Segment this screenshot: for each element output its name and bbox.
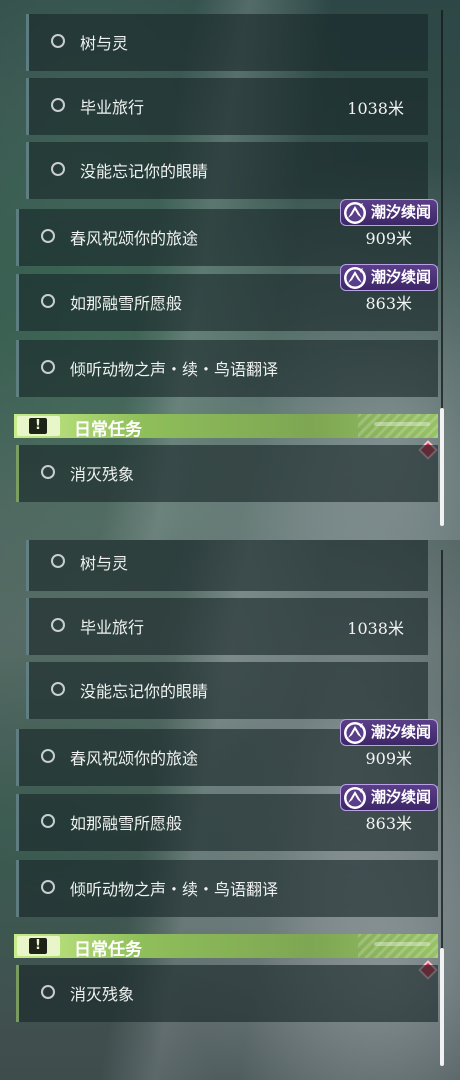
header-deco-text <box>374 422 430 426</box>
quest-label: 没能忘记你的眼睛 <box>80 162 209 181</box>
badge-label: 潮汐续闻 <box>371 723 432 741</box>
circle-icon <box>51 34 65 48</box>
exclamation-icon: ! <box>17 936 60 956</box>
quest-list-panel-2: 树与灵 毕业旅行 1038米 没能忘记你的眼睛 春风祝颂你的旅途 909米 潮汐… <box>0 540 460 1080</box>
tide-event-icon <box>344 267 366 289</box>
quest-distance: 1038米 <box>347 99 404 118</box>
header-stripes <box>358 934 438 958</box>
header-deco-text <box>374 942 430 946</box>
tide-event-badge: 潮汐续闻 <box>340 784 439 811</box>
quest-row-graduation-trip[interactable]: 毕业旅行 1038米 <box>26 78 428 135</box>
circle-icon <box>51 98 65 112</box>
circle-icon <box>51 682 65 696</box>
quest-label: 倾听动物之声・续・鸟语翻译 <box>70 360 279 379</box>
circle-icon <box>41 465 55 479</box>
scrollbar-thumb[interactable] <box>440 948 444 1066</box>
quest-distance: 909米 <box>365 749 412 768</box>
section-title: 日常任务 <box>74 940 142 960</box>
tide-event-icon <box>344 787 366 809</box>
circle-icon <box>51 618 65 632</box>
quest-label: 如那融雪所愿般 <box>70 294 183 313</box>
quest-label: 毕业旅行 <box>80 618 145 637</box>
quest-label: 毕业旅行 <box>80 98 145 117</box>
tide-event-badge: 潮汐续闻 <box>340 199 439 226</box>
section-title: 日常任务 <box>74 420 142 440</box>
circle-icon <box>41 814 55 828</box>
tide-event-icon <box>344 202 366 224</box>
quest-row-listen-to-animals[interactable]: 倾听动物之声・续・鸟语翻译 <box>16 340 438 397</box>
circle-icon <box>41 880 55 894</box>
quest-row-tree-and-spirit[interactable]: 树与灵 <box>26 540 428 591</box>
quest-label: 如那融雪所愿般 <box>70 814 183 833</box>
daily-quest-row-eliminate-echoes[interactable]: 消灭残象 <box>16 965 438 1022</box>
quest-row-tree-and-spirit[interactable]: 树与灵 <box>26 14 428 71</box>
quest-label: 消灭残象 <box>70 465 135 484</box>
header-stripes <box>358 414 438 438</box>
badge-label: 潮汐续闻 <box>371 788 432 806</box>
daily-quests-header[interactable]: ! 日常任务 <box>14 934 438 960</box>
scrollbar-thumb[interactable] <box>440 408 444 526</box>
quest-label: 没能忘记你的眼睛 <box>80 682 209 701</box>
tide-event-badge: 潮汐续闻 <box>340 264 439 291</box>
circle-icon <box>41 985 55 999</box>
tide-event-icon <box>344 722 366 744</box>
circle-icon <box>51 162 65 176</box>
daily-quests-header[interactable]: ! 日常任务 <box>14 414 438 440</box>
quest-label: 树与灵 <box>80 554 129 573</box>
badge-label: 潮汐续闻 <box>371 268 432 286</box>
quest-label: 春风祝颂你的旅途 <box>70 749 199 768</box>
circle-icon <box>41 749 55 763</box>
circle-icon <box>41 294 55 308</box>
quest-label: 消灭残象 <box>70 985 135 1004</box>
exclamation-icon: ! <box>17 416 60 436</box>
quest-label: 倾听动物之声・续・鸟语翻译 <box>70 880 279 899</box>
quest-row-graduation-trip[interactable]: 毕业旅行 1038米 <box>26 598 428 655</box>
quest-label: 树与灵 <box>80 34 129 53</box>
daily-quest-row-eliminate-echoes[interactable]: 消灭残象 <box>16 445 438 502</box>
quest-distance: 863米 <box>365 294 412 313</box>
tide-event-badge: 潮汐续闻 <box>340 719 439 746</box>
quest-row-cant-forget-your-eyes[interactable]: 没能忘记你的眼睛 <box>26 662 428 719</box>
quest-list-panel-1: 树与灵 毕业旅行 1038米 没能忘记你的眼睛 春风祝颂你的旅途 909米 潮汐… <box>0 0 460 540</box>
quest-row-cant-forget-your-eyes[interactable]: 没能忘记你的眼睛 <box>26 142 428 199</box>
circle-icon <box>41 360 55 374</box>
quest-distance: 909米 <box>365 229 412 248</box>
circle-icon <box>41 229 55 243</box>
circle-icon <box>51 554 65 568</box>
quest-row-listen-to-animals[interactable]: 倾听动物之声・续・鸟语翻译 <box>16 860 438 917</box>
badge-label: 潮汐续闻 <box>371 203 432 221</box>
quest-distance: 1038米 <box>347 619 404 638</box>
quest-distance: 863米 <box>365 814 412 833</box>
quest-label: 春风祝颂你的旅途 <box>70 229 199 248</box>
